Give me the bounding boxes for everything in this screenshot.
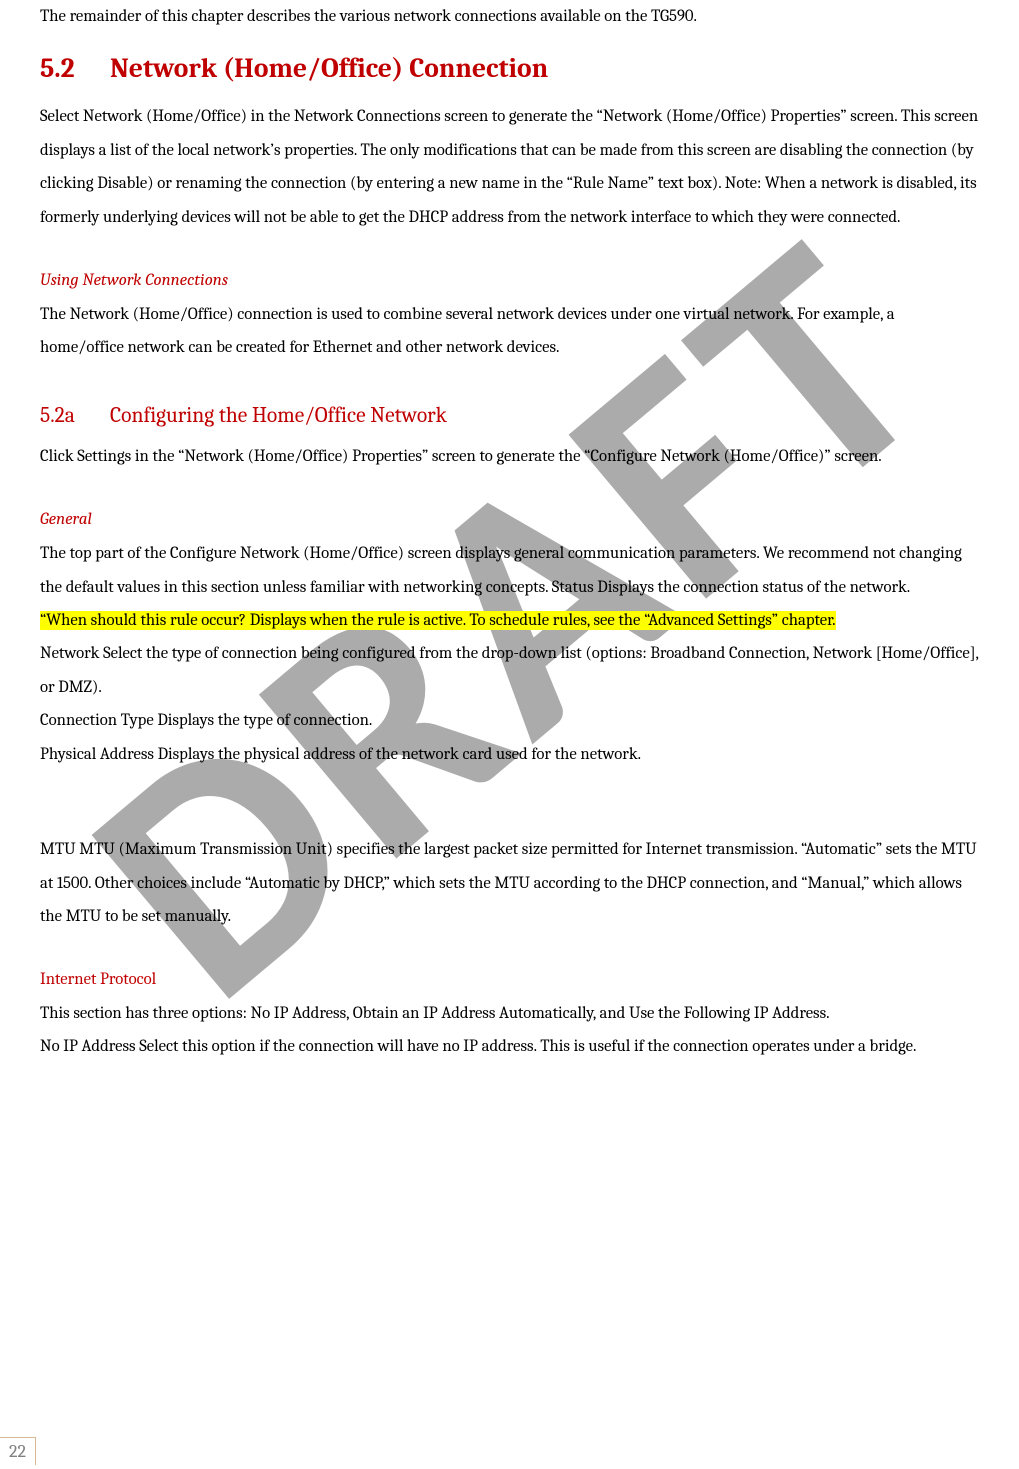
general-connection-type-line: Connection Type Displays the type of con… [40, 711, 372, 730]
ip-line-1: This section has three options: No IP Ad… [40, 1004, 830, 1023]
page-number: 22 [0, 1437, 36, 1465]
subheading-general: General [40, 503, 979, 537]
paragraph-general-block: The top part of the Configure Network (H… [40, 537, 979, 771]
highlighted-text: “When should this rule occur? Displays w… [40, 611, 836, 630]
general-network-line: Network Select the type of connection be… [40, 644, 978, 696]
page-content: The remainder of this chapter describes … [40, 0, 979, 1064]
heading-number: 5.2 [40, 41, 110, 96]
heading-5-2: 5.2Network (Home/Office) Connection [40, 41, 979, 96]
intro-paragraph: The remainder of this chapter describes … [40, 0, 979, 33]
ip-line-2: No IP Address Select this option if the … [40, 1037, 916, 1056]
heading-title: Network (Home/Office) Connection [110, 52, 548, 84]
heading-number: 5.2a [40, 395, 110, 438]
subheading-using-network-connections: Using Network Connections [40, 264, 979, 298]
general-line-1: The top part of the Configure Network (H… [40, 544, 962, 596]
paragraph-using-network: The Network (Home/Office) connection is … [40, 298, 979, 365]
heading-title: Configuring the Home/Office Network [110, 404, 447, 428]
paragraph-5-2: Select Network (Home/Office) in the Netw… [40, 100, 979, 234]
paragraph-5-2a: Click Settings in the “Network (Home/Off… [40, 440, 979, 473]
paragraph-mtu: MTU MTU (Maximum Transmission Unit) spec… [40, 833, 979, 933]
subheading-internet-protocol: Internet Protocol [40, 963, 979, 996]
general-physical-address-line: Physical Address Displays the physical a… [40, 745, 641, 764]
paragraph-ip-block: This section has three options: No IP Ad… [40, 997, 979, 1064]
heading-5-2a: 5.2aConfiguring the Home/Office Network [40, 395, 979, 438]
